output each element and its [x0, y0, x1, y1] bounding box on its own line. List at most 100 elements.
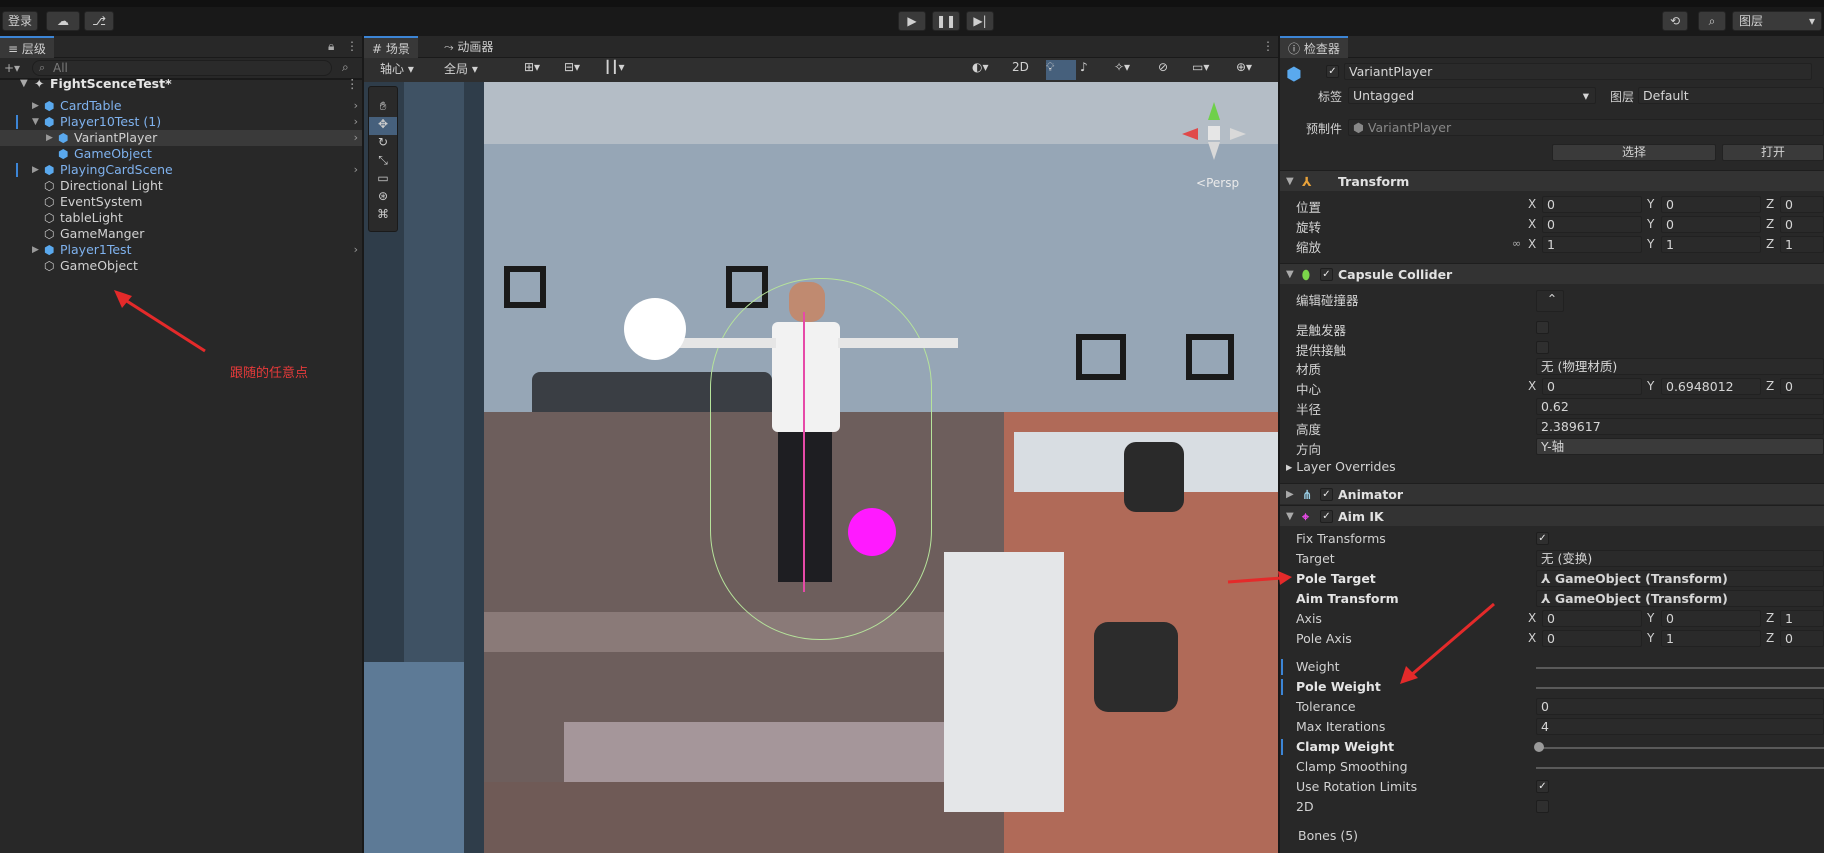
- position-x[interactable]: 0: [1542, 196, 1642, 213]
- chevron-right-icon[interactable]: ›: [354, 242, 358, 258]
- grid-snap-button[interactable]: ⊞▾: [524, 60, 560, 80]
- scene-search-icon[interactable]: ⌕: [342, 60, 349, 75]
- aimik-enabled-checkbox[interactable]: ✓: [1320, 510, 1333, 523]
- hierarchy-item[interactable]: ▶ ⬢ CardTable ›: [0, 98, 362, 114]
- transform-tool-icon[interactable]: ⊛: [369, 189, 397, 207]
- material-field[interactable]: 无 (物理材质): [1536, 358, 1824, 375]
- axis-y[interactable]: 0: [1661, 610, 1761, 627]
- directional-light-icon[interactable]: [624, 298, 686, 360]
- scene-menu-icon[interactable]: ⋮: [346, 76, 359, 92]
- axis-z[interactable]: 1: [1780, 610, 1824, 627]
- use-rotation-limits-checkbox[interactable]: ✓: [1536, 780, 1549, 793]
- edit-collider-button[interactable]: ⌃: [1536, 290, 1564, 312]
- hierarchy-item[interactable]: ⬡ GameObject: [0, 258, 362, 274]
- transform-header[interactable]: ▼ ⅄ Transform: [1280, 170, 1824, 191]
- camera-dropdown[interactable]: ▭▾: [1192, 60, 1232, 80]
- pause-button[interactable]: ❚❚: [932, 11, 960, 31]
- increment-snap-button[interactable]: ┃┃▾: [604, 60, 640, 80]
- tag-dropdown[interactable]: Untagged ▾: [1348, 87, 1596, 104]
- rotate-tool-icon[interactable]: ↻: [369, 135, 397, 153]
- effects-dropdown[interactable]: ✧▾: [1114, 60, 1154, 80]
- chevron-right-icon[interactable]: ›: [354, 130, 358, 146]
- pivot-dropdown[interactable]: 轴心 ▾: [380, 60, 440, 80]
- add-menu-icon[interactable]: +▾: [4, 61, 20, 75]
- center-z[interactable]: 0: [1780, 378, 1824, 395]
- prefab-field[interactable]: ⬢ VariantPlayer: [1348, 119, 1824, 136]
- object-name-field[interactable]: VariantPlayer: [1344, 63, 1812, 80]
- hierarchy-item[interactable]: ⬡ Directional Light: [0, 178, 362, 194]
- audio-toggle[interactable]: ♪: [1080, 60, 1110, 80]
- scale-tool-icon[interactable]: ⤡: [369, 153, 397, 171]
- clamp-weight-slider[interactable]: [1536, 747, 1824, 749]
- rotation-y[interactable]: 0: [1661, 216, 1761, 233]
- rotation-z[interactable]: 0: [1780, 216, 1824, 233]
- orientation-gizmo-icon[interactable]: [1174, 98, 1254, 168]
- layer-dropdown[interactable]: Default: [1638, 87, 1824, 104]
- chevron-right-icon[interactable]: ›: [354, 114, 358, 130]
- scale-z[interactable]: 1: [1780, 236, 1824, 253]
- play-button[interactable]: ▶: [898, 11, 926, 31]
- pole-axis-y[interactable]: 1: [1661, 630, 1761, 647]
- rect-tool-icon[interactable]: ▭: [369, 171, 397, 189]
- scale-x[interactable]: 1: [1542, 236, 1642, 253]
- global-dropdown[interactable]: 全局 ▾: [444, 60, 504, 80]
- move-tool-icon[interactable]: ✥: [369, 117, 397, 135]
- expand-arrow-icon[interactable]: ▼: [20, 76, 28, 92]
- clamp-smoothing-slider[interactable]: [1536, 767, 1824, 769]
- history-button[interactable]: ⟲: [1662, 11, 1688, 31]
- center-y[interactable]: 0.6948012: [1661, 378, 1761, 395]
- lock-icon[interactable]: 🔒︎: [328, 39, 334, 54]
- hierarchy-item[interactable]: ▶ ⬢ PlayingCardScene ›: [0, 162, 362, 178]
- direction-dropdown[interactable]: Y-轴: [1536, 438, 1824, 455]
- tab-scene[interactable]: # 场景: [364, 36, 418, 58]
- fix-transforms-checkbox[interactable]: ✓: [1536, 532, 1549, 545]
- mode-2d-button[interactable]: 2D: [1012, 60, 1042, 80]
- scale-y[interactable]: 1: [1661, 236, 1761, 253]
- open-button[interactable]: 打开: [1722, 144, 1824, 161]
- shading-mode-button[interactable]: ◐▾: [972, 60, 1006, 80]
- expand-arrow-icon[interactable]: ▶: [46, 130, 53, 146]
- layer-overrides-foldout[interactable]: ▸ Layer Overrides: [1286, 459, 1396, 474]
- provides-contacts-checkbox[interactable]: [1536, 341, 1549, 354]
- pole-weight-slider[interactable]: [1536, 687, 1824, 689]
- weight-slider[interactable]: [1536, 667, 1824, 669]
- pole-axis-x[interactable]: 0: [1542, 630, 1642, 647]
- hierarchy-item[interactable]: ⬡ tableLight: [0, 210, 362, 226]
- tab-hierarchy[interactable]: ≡ 层级: [0, 36, 54, 58]
- two-d-checkbox[interactable]: [1536, 800, 1549, 813]
- hand-tool-icon[interactable]: ✋︎: [369, 99, 397, 117]
- expand-arrow-icon[interactable]: ▶: [32, 98, 39, 114]
- collab-button[interactable]: ⎇: [84, 11, 114, 31]
- scene-root[interactable]: ▼ ✦ FightScenceTest* ⋮: [0, 76, 362, 92]
- custom-tool-icon[interactable]: ⌘: [369, 207, 397, 225]
- login-button[interactable]: 登录: [2, 11, 38, 31]
- hierarchy-item[interactable]: ⬡ GameManger: [0, 226, 362, 242]
- axis-x[interactable]: 0: [1542, 610, 1642, 627]
- target-field[interactable]: 无 (变换): [1536, 550, 1824, 567]
- foldout-arrow-icon[interactable]: ▼: [1286, 171, 1294, 192]
- foldout-arrow-icon[interactable]: ▶: [1286, 484, 1294, 505]
- tab-inspector[interactable]: ⓘ 检查器: [1280, 36, 1348, 58]
- grid-visibility-button[interactable]: ⊟▾: [564, 60, 600, 80]
- tab-animator[interactable]: ⤳ 动画器: [438, 36, 499, 58]
- search-input[interactable]: ⌕ All: [32, 60, 332, 76]
- center-x[interactable]: 0: [1542, 378, 1642, 395]
- hierarchy-item[interactable]: ⬢ GameObject: [0, 146, 362, 162]
- chevron-right-icon[interactable]: ›: [354, 162, 358, 178]
- active-checkbox[interactable]: ✓: [1326, 65, 1339, 78]
- more-menu-icon[interactable]: ⋮: [346, 39, 358, 53]
- expand-arrow-icon[interactable]: ▼: [32, 114, 39, 130]
- cloud-button[interactable]: ☁: [46, 11, 80, 31]
- persp-label[interactable]: <Persp: [1196, 176, 1239, 190]
- select-button[interactable]: 选择: [1552, 144, 1716, 161]
- pole-axis-z[interactable]: 0: [1780, 630, 1824, 647]
- bones-list-label[interactable]: Bones (5): [1298, 828, 1358, 843]
- is-trigger-checkbox[interactable]: [1536, 321, 1549, 334]
- animator-header[interactable]: ▶ ⋔ ✓ Animator: [1280, 483, 1824, 504]
- foldout-arrow-icon[interactable]: ▼: [1286, 264, 1294, 285]
- pole-target-field[interactable]: ⅄ GameObject (Transform): [1536, 570, 1824, 587]
- lighting-toggle[interactable]: 💡︎: [1046, 60, 1076, 80]
- clamp-weight-knob[interactable]: [1534, 742, 1544, 752]
- hierarchy-item[interactable]: ▶ ⬢ Player1Test ›: [0, 242, 362, 258]
- position-y[interactable]: 0: [1661, 196, 1761, 213]
